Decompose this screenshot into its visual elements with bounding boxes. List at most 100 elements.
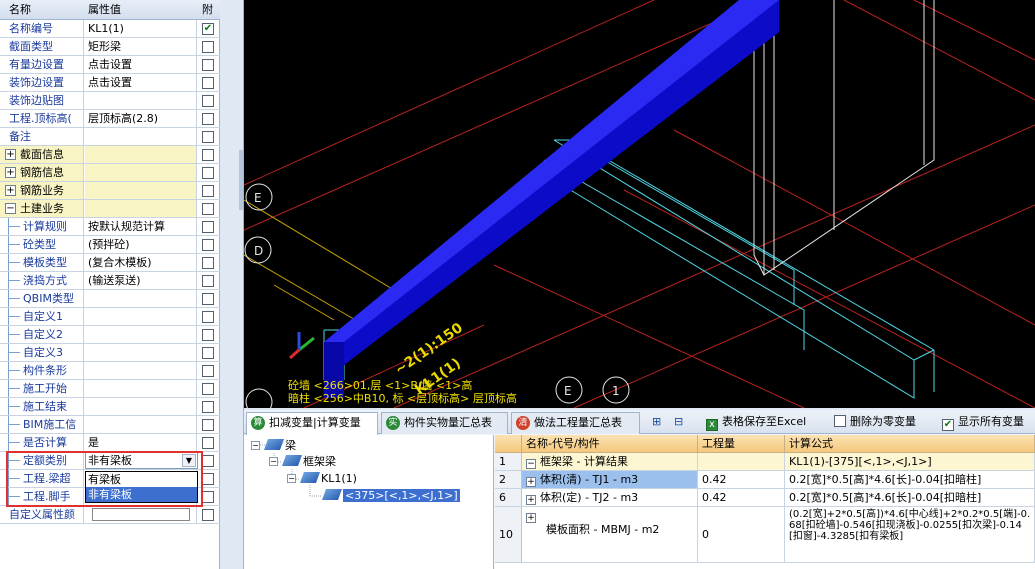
property-value[interactable] [85, 416, 197, 433]
expand-all-icon[interactable]: ⊞ [652, 413, 661, 431]
property-row[interactable]: 工程.顶标高(层顶标高(2.8) [0, 110, 220, 128]
expand-icon[interactable]: + [526, 495, 536, 505]
property-row[interactable]: 装饰边贴图 [0, 92, 220, 110]
property-value[interactable] [85, 344, 197, 361]
tab-method-summary[interactable]: 清 做法工程量汇总表 [511, 412, 640, 434]
property-row[interactable]: 名称编号 KL1(1) ✔ [0, 20, 220, 38]
column-header-formula[interactable]: 计算公式 [785, 435, 1035, 453]
property-row[interactable]: 施工结束 [0, 398, 220, 416]
property-value[interactable]: 按默认规范计算 [85, 218, 197, 235]
checkbox-icon[interactable] [202, 347, 214, 359]
checkbox-icon[interactable] [202, 41, 214, 53]
checkbox-icon[interactable] [202, 311, 214, 323]
property-row[interactable]: BIM施工信 [0, 416, 220, 434]
column-header-name[interactable]: 名称-代号/构件 [522, 435, 698, 453]
property-value[interactable] [85, 164, 197, 181]
property-row[interactable]: 施工开始 [0, 380, 220, 398]
tree-expander[interactable]: − [287, 474, 296, 483]
expand-icon[interactable]: + [5, 149, 16, 160]
property-row[interactable]: 砼类型 (预拌砼) [0, 236, 220, 254]
property-row[interactable]: 截面类型 矩形梁 [0, 38, 220, 56]
save-excel-button[interactable]: x 表格保存至Excel [706, 413, 806, 431]
column-header-quantity[interactable]: 工程量 [698, 435, 785, 453]
property-row[interactable]: + 钢筋业务 [0, 182, 220, 200]
checkbox-icon[interactable] [202, 365, 214, 377]
property-row[interactable]: − 土建业务 [0, 200, 220, 218]
collapse-icon[interactable]: − [526, 459, 536, 469]
checkbox-icon[interactable] [202, 419, 214, 431]
collapse-icon[interactable]: − [5, 203, 16, 214]
checkbox-icon[interactable] [202, 239, 214, 251]
expand-icon[interactable]: + [5, 167, 16, 178]
model-3d-view[interactable]: ~2(1):150 KL1(1) E D E 1 砼墙 <266>01,层 <1… [244, 0, 1035, 408]
property-row[interactable]: + 截面信息 [0, 146, 220, 164]
property-row[interactable]: 是否计算 是 [0, 434, 220, 452]
panel-splitter[interactable] [221, 0, 244, 569]
checkbox-icon[interactable] [202, 437, 214, 449]
property-value[interactable] [85, 200, 197, 217]
property-row[interactable]: 装饰边设置 点击设置 [0, 74, 220, 92]
property-row[interactable]: 浇捣方式 (输送泵送) [0, 272, 220, 290]
property-value[interactable]: (输送泵送) [85, 272, 197, 289]
property-value[interactable]: 矩形梁 [85, 38, 197, 55]
checkbox-icon[interactable] [202, 185, 214, 197]
property-row[interactable]: + 钢筋信息 [0, 164, 220, 182]
checkbox-icon[interactable] [202, 167, 214, 179]
property-value[interactable] [85, 290, 197, 307]
property-value[interactable]: 点击设置 [85, 74, 197, 91]
tree-expander[interactable]: − [269, 457, 278, 466]
property-value[interactable] [85, 380, 197, 397]
property-value[interactable]: KL1(1) [85, 20, 197, 37]
dropdown-option[interactable]: 有梁板 [86, 472, 197, 487]
property-row[interactable]: 自定义属性颜 [0, 506, 220, 524]
property-value[interactable] [85, 182, 197, 199]
property-row[interactable]: QBIM类型 [0, 290, 220, 308]
collapse-all-icon[interactable]: ⊟ [674, 413, 683, 431]
property-value[interactable] [85, 362, 197, 379]
checkbox-icon[interactable] [202, 509, 214, 521]
checkbox-icon[interactable] [202, 329, 214, 341]
checkbox-icon[interactable] [202, 131, 214, 143]
checkbox-icon[interactable] [202, 383, 214, 395]
checkbox-checked-icon[interactable]: ✔ [202, 23, 214, 35]
property-value[interactable] [85, 308, 197, 325]
tree-node-segment[interactable]: <375>[<,1>,<J,1>] [321, 488, 460, 503]
expand-icon[interactable]: + [526, 513, 536, 523]
checkbox-icon[interactable] [202, 473, 214, 485]
checkbox-icon[interactable] [202, 491, 214, 503]
splitter-grip[interactable] [239, 150, 243, 210]
tab-variables[interactable]: 算 扣减变量|计算变量 [246, 412, 378, 435]
dropdown-option-selected[interactable]: 非有梁板 [86, 487, 197, 502]
checkbox-icon[interactable] [202, 221, 214, 233]
property-value[interactable]: (复合木模板) [85, 254, 197, 271]
expand-icon[interactable]: + [5, 185, 16, 196]
property-value[interactable]: (预拌砼) [85, 236, 197, 253]
checkbox-icon[interactable] [202, 95, 214, 107]
checkbox-icon[interactable] [202, 455, 214, 467]
property-row[interactable]: 构件条形 [0, 362, 220, 380]
tree-node-kl1[interactable]: KL1(1) [299, 471, 357, 486]
property-value[interactable] [85, 326, 197, 343]
checkbox-icon[interactable] [202, 77, 214, 89]
property-row[interactable]: 计算规则 按默认规范计算 [0, 218, 220, 236]
custom-color-input[interactable] [92, 508, 190, 521]
property-row[interactable]: 备注 [0, 128, 220, 146]
property-row[interactable]: 模板类型 (复合木模板) [0, 254, 220, 272]
checkbox-icon[interactable] [202, 113, 214, 125]
checkbox-icon[interactable] [202, 149, 214, 161]
checkbox-icon[interactable] [202, 293, 214, 305]
property-row[interactable]: 自定义1 [0, 308, 220, 326]
property-row[interactable]: 自定义2 [0, 326, 220, 344]
checkbox-icon[interactable] [202, 275, 214, 287]
checkbox-icon[interactable] [202, 257, 214, 269]
tree-node-beam[interactable]: 梁 [263, 438, 296, 453]
property-value[interactable] [85, 146, 197, 163]
property-value[interactable] [85, 128, 197, 145]
property-value[interactable] [85, 398, 197, 415]
property-row[interactable]: 有量边设置 点击设置 [0, 56, 220, 74]
tree-node-frame-beam[interactable]: 框架梁 [281, 454, 336, 469]
checkbox-icon[interactable] [202, 203, 214, 215]
property-row[interactable]: 自定义3 [0, 344, 220, 362]
property-value[interactable]: 是 [85, 434, 197, 451]
property-value[interactable] [85, 92, 197, 109]
